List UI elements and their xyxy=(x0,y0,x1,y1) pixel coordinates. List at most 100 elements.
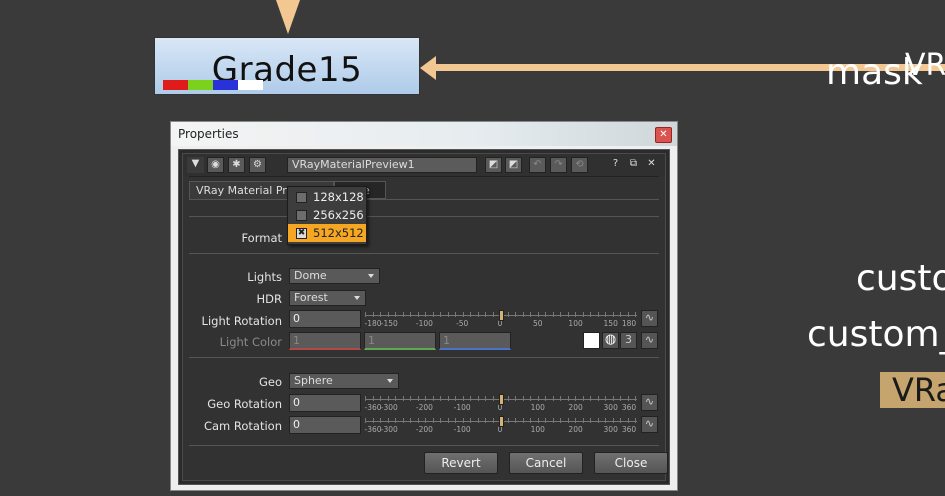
slider-tick xyxy=(372,312,374,317)
cancel-button[interactable]: Cancel xyxy=(509,452,583,474)
close-icon[interactable]: ✕ xyxy=(655,127,672,143)
slider-tick xyxy=(605,312,606,317)
custom-label-2: custom_ xyxy=(807,314,945,355)
slider-tick xyxy=(477,396,479,401)
alpha-channel xyxy=(238,80,263,90)
slider-handle[interactable] xyxy=(499,310,504,321)
hdr-dropdown[interactable]: Forest xyxy=(289,290,366,306)
slider-tick xyxy=(620,418,621,423)
slider-handle[interactable] xyxy=(499,394,504,405)
light-color-curve-icon[interactable]: ∿ xyxy=(641,332,658,349)
collapse-icon[interactable]: ▼ xyxy=(187,157,204,173)
slider-tick-label: -300 xyxy=(380,425,398,434)
float-icon[interactable]: ⧉ xyxy=(625,157,642,173)
color-swatch-2-icon[interactable]: ◩ xyxy=(505,157,522,173)
tabs-divider xyxy=(189,199,659,200)
slider-tick xyxy=(365,312,366,317)
slider-tick-label: 360 xyxy=(621,403,637,412)
slider-tick xyxy=(552,312,554,317)
slider-tick xyxy=(537,312,539,317)
slider-tick xyxy=(417,396,419,401)
format-option-128[interactable]: 128x128 xyxy=(288,188,366,206)
blue-channel xyxy=(213,80,238,90)
geo-rotation-curve-icon[interactable]: ∿ xyxy=(641,394,658,411)
slider-tick xyxy=(552,418,554,423)
format-option-label: 256x256 xyxy=(313,208,364,222)
slider-tick xyxy=(560,418,561,423)
lights-dropdown[interactable]: Dome xyxy=(289,268,380,284)
float-panel-icon[interactable]: ✱ xyxy=(228,157,245,173)
slider-tick xyxy=(635,312,636,317)
slider-tick-label: -50 xyxy=(456,319,469,328)
slider-tick xyxy=(417,312,419,317)
channel-count-button[interactable]: 3 xyxy=(620,332,637,349)
slider-tick xyxy=(612,418,614,423)
slider-tick xyxy=(402,418,404,423)
light-rotation-curve-icon[interactable]: ∿ xyxy=(641,310,658,327)
redo-icon[interactable]: ↷ xyxy=(550,157,567,173)
slider-tick xyxy=(552,396,554,401)
format-option-512[interactable]: ✖ 512x512 xyxy=(288,224,366,242)
grade-node[interactable]: Grade15 xyxy=(154,37,420,95)
slider-tick xyxy=(612,396,614,401)
center-node-icon[interactable]: ◉ xyxy=(207,157,224,173)
color-swatch[interactable] xyxy=(583,332,600,349)
slider-tick xyxy=(635,418,636,423)
slider-tick xyxy=(507,312,509,317)
slider-tick xyxy=(432,418,434,423)
light-rotation-slider[interactable]: -180 -150 -100 -50 0 50 100 150 180 xyxy=(364,310,637,328)
node-name-field[interactable]: VRayMaterialPreview1 xyxy=(287,157,477,173)
cam-rotation-curve-icon[interactable]: ∿ xyxy=(641,416,658,433)
slider-tick xyxy=(560,312,561,317)
slider-tick xyxy=(567,418,569,423)
undo-icon[interactable]: ↶ xyxy=(529,157,546,173)
slider-tick xyxy=(432,312,434,317)
section-divider-1 xyxy=(189,216,659,217)
cam-rotation-input[interactable]: 0 xyxy=(289,416,361,434)
format-option-256[interactable]: 256x256 xyxy=(288,206,366,224)
slider-tick xyxy=(402,312,404,317)
light-color-r-input[interactable]: 1 xyxy=(289,332,361,350)
slider-tick xyxy=(590,396,591,401)
format-label: Format xyxy=(241,231,282,245)
color-wheel-icon[interactable]: ◍ xyxy=(602,332,619,349)
slider-tick xyxy=(477,418,479,423)
help-icon[interactable]: ? xyxy=(607,157,624,173)
slider-handle[interactable] xyxy=(499,416,504,427)
slider-tick xyxy=(597,312,599,317)
slider-tick xyxy=(590,418,591,423)
close-button[interactable]: Close xyxy=(594,452,668,474)
slider-tick xyxy=(635,396,636,401)
panel-toolbar: ▼ ◉ ✱ ⚙ VRayMaterialPreview1 ◩ ◩ ↶ ↷ ⟲ ?… xyxy=(183,154,665,176)
slider-tick xyxy=(485,418,486,423)
slider-tick xyxy=(545,396,546,401)
light-color-b-input[interactable]: 1 xyxy=(439,332,511,350)
close-panel-icon[interactable]: ✕ xyxy=(643,157,660,173)
slider-tick xyxy=(522,396,524,401)
slider-tick xyxy=(447,312,449,317)
slider-tick-label: -100 xyxy=(453,403,471,412)
vray-node[interactable]: VRa xyxy=(880,372,945,408)
revert-button[interactable]: Revert xyxy=(424,452,498,474)
settings-icon[interactable]: ⚙ xyxy=(249,157,266,173)
slider-tick xyxy=(582,396,584,401)
slider-tick xyxy=(575,312,576,317)
light-color-g-input[interactable]: 1 xyxy=(364,332,436,350)
node-panel-inner: ▼ ◉ ✱ ⚙ VRayMaterialPreview1 ◩ ◩ ↶ ↷ ⟲ ?… xyxy=(182,153,668,481)
cam-rotation-slider[interactable]: -360 -300 -200 -100 0 100 200 300 360 xyxy=(364,416,637,434)
geo-rotation-input[interactable]: 0 xyxy=(289,394,361,412)
slider-tick xyxy=(470,418,471,423)
checked-icon: ✖ xyxy=(296,228,307,239)
color-swatch-icon[interactable]: ◩ xyxy=(485,157,502,173)
geo-rotation-slider[interactable]: -360 -300 -200 -100 0 100 200 300 360 xyxy=(364,394,637,412)
slider-tick xyxy=(440,312,441,317)
light-color-label: Light Color xyxy=(219,335,282,349)
light-rotation-input[interactable]: 0 xyxy=(289,310,361,328)
revert-icon[interactable]: ⟲ xyxy=(571,157,588,173)
slider-tick xyxy=(417,418,419,423)
geo-dropdown[interactable]: Sphere xyxy=(289,373,399,389)
dialog-titlebar[interactable]: Properties ✕ xyxy=(171,122,677,146)
slider-tick xyxy=(470,312,471,317)
slider-tick xyxy=(447,418,449,423)
slider-tick xyxy=(507,418,509,423)
